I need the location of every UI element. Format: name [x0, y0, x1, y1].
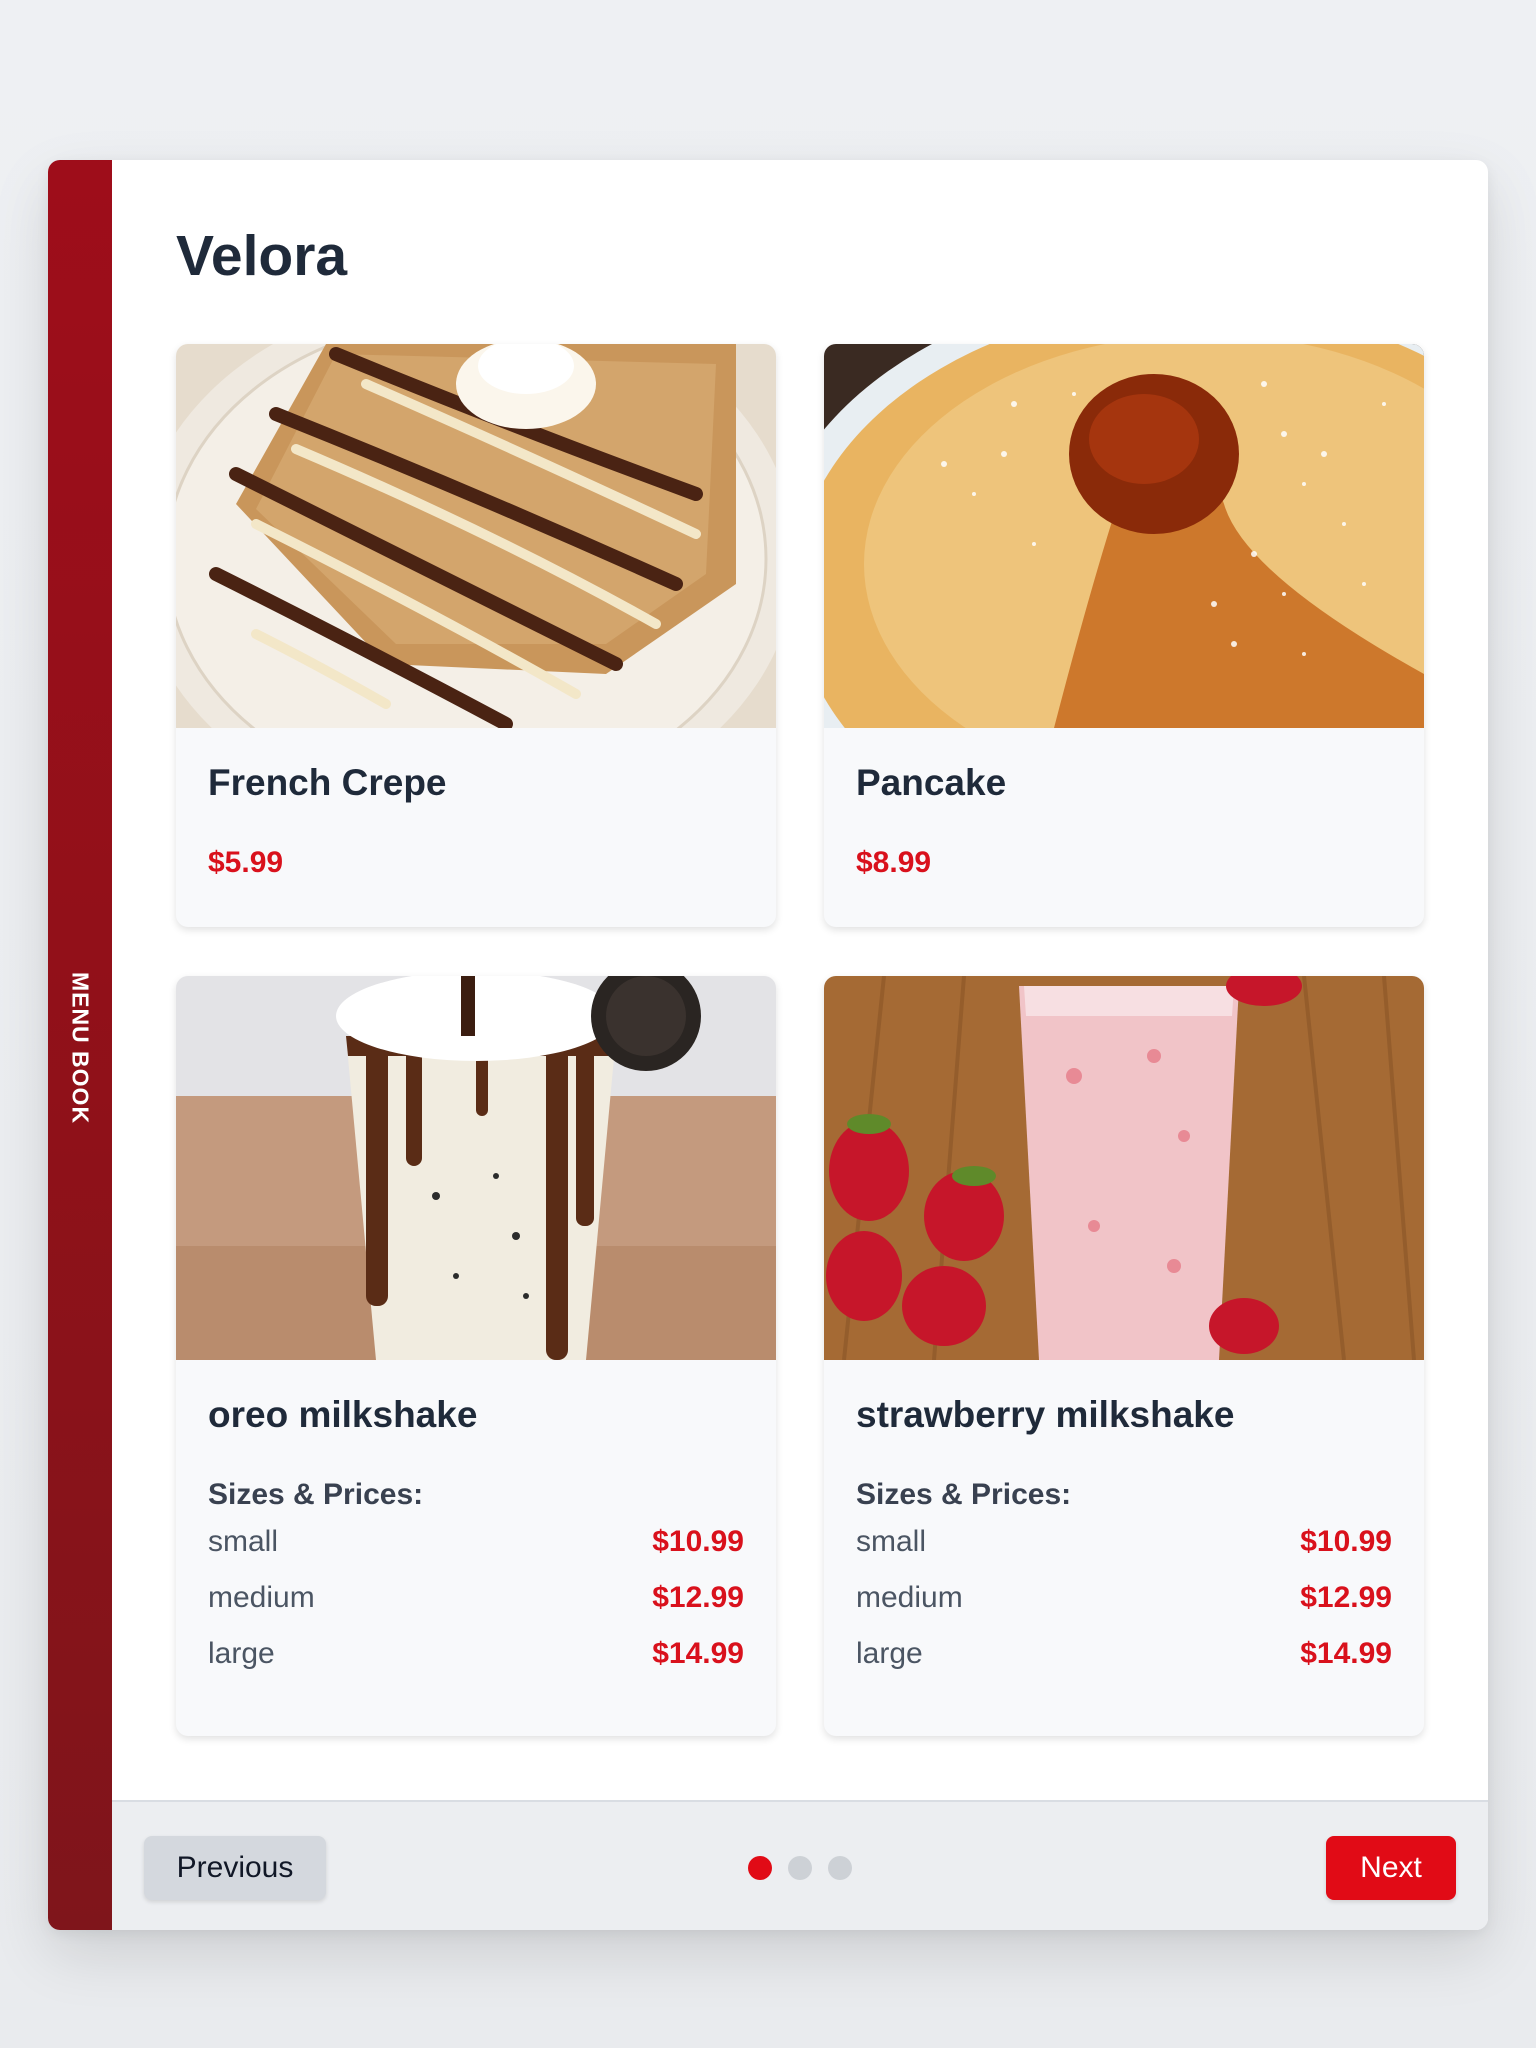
oreo-milkshake-photo [176, 976, 776, 1360]
menu-item-card: French Crepe $5.99 [176, 344, 776, 927]
menu-item-card: strawberry milkshake Sizes & Prices: sma… [824, 976, 1424, 1736]
item-name: strawberry milkshake [856, 1394, 1235, 1435]
size-label: large [208, 1637, 275, 1670]
menu-page: Velora French Crepe $5.99 Pancake $8.99 … [112, 160, 1488, 1800]
size-price: $10.99 [652, 1525, 744, 1558]
page-indicator [112, 1856, 1488, 1880]
page-dot-2[interactable] [788, 1856, 812, 1880]
item-price: $8.99 [856, 846, 932, 879]
size-price: $14.99 [1300, 1637, 1392, 1670]
page-dot-1[interactable] [748, 1856, 772, 1880]
size-label: small [856, 1525, 927, 1558]
size-label: medium [208, 1581, 315, 1614]
size-price: $12.99 [1300, 1581, 1392, 1614]
sizes-heading: Sizes & Prices: [856, 1478, 1072, 1511]
menu-item-card: Pancake $8.99 [824, 344, 1424, 927]
strawberry-milkshake-photo [824, 976, 1424, 1360]
pancake-photo [824, 344, 1424, 728]
size-price-row: large $14.99 [856, 1636, 1392, 1672]
size-price-row: large $14.99 [208, 1636, 744, 1672]
pagination-footer: Previous Next [112, 1800, 1488, 1930]
size-price: $12.99 [652, 1581, 744, 1614]
size-label: medium [856, 1581, 963, 1614]
size-price-row: medium $12.99 [208, 1580, 744, 1616]
size-price-row: medium $12.99 [856, 1580, 1392, 1616]
item-name: French Crepe [208, 762, 447, 803]
item-name: oreo milkshake [208, 1394, 478, 1435]
page-dot-3[interactable] [828, 1856, 852, 1880]
book-spine: MENU BOOK [48, 160, 112, 1930]
size-label: large [856, 1637, 923, 1670]
sizes-heading: Sizes & Prices: [208, 1478, 424, 1511]
size-price-row: small $10.99 [208, 1524, 744, 1560]
size-price-row: small $10.99 [856, 1524, 1392, 1560]
size-price: $14.99 [652, 1637, 744, 1670]
item-price: $5.99 [208, 846, 284, 879]
french-crepe-photo [176, 344, 776, 728]
next-button[interactable]: Next [1326, 1836, 1456, 1900]
spine-label: MENU BOOK [67, 971, 94, 1125]
item-name: Pancake [856, 762, 1007, 803]
size-label: small [208, 1525, 279, 1558]
menu-item-card: oreo milkshake Sizes & Prices: small $10… [176, 976, 776, 1736]
size-price: $10.99 [1300, 1525, 1392, 1558]
page-title: Velora [176, 224, 348, 288]
menu-book: MENU BOOK Velora French Crepe $5.99 Panc… [48, 160, 1488, 1930]
